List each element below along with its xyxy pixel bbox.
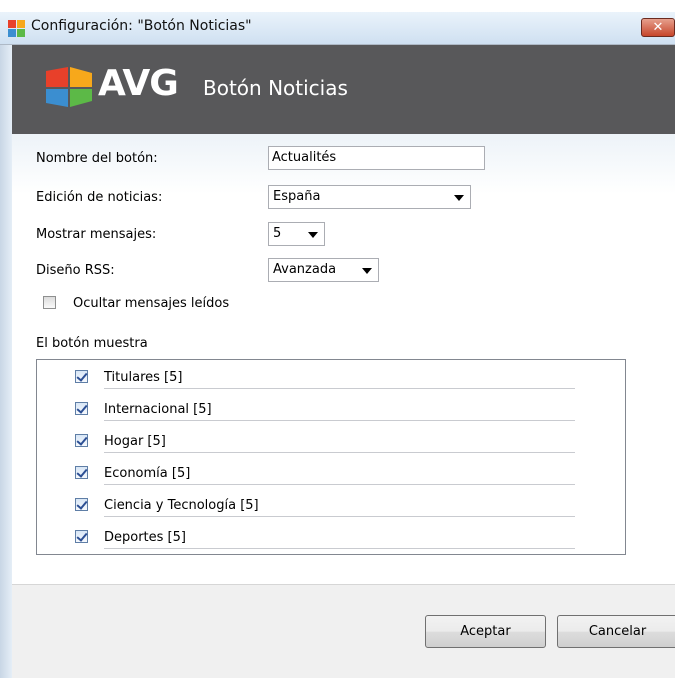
rss-design-label: Diseño RSS: — [36, 263, 115, 278]
edition-dropdown[interactable]: España — [268, 185, 471, 209]
chevron-down-icon — [454, 195, 464, 201]
window-title: Configuración: "Botón Noticias" — [31, 18, 252, 34]
show-messages-label: Mostrar mensajes: — [36, 227, 157, 242]
list-item[interactable]: Ciencia y Tecnología [5] — [37, 490, 625, 522]
close-button[interactable]: ✕ — [641, 18, 675, 37]
avg-logo-text: AVG — [98, 63, 179, 104]
avg-app-icon — [8, 20, 25, 37]
list-item[interactable]: Internacional [5] — [37, 394, 625, 426]
button-name-value: Actualités — [272, 150, 337, 165]
topics-list[interactable]: Titulares [5] Internacional [5] Hogar [5… — [36, 359, 626, 555]
list-item[interactable]: Hogar [5] — [37, 426, 625, 458]
list-item[interactable]: Deportes [5] — [37, 522, 625, 554]
edition-label: Edición de noticias: — [36, 190, 163, 205]
show-messages-value: 5 — [273, 226, 282, 241]
topic-checkbox[interactable] — [75, 402, 88, 415]
button-name-label: Nombre del botón: — [36, 151, 158, 166]
row-divider — [104, 420, 575, 421]
row-divider — [104, 388, 575, 389]
list-item[interactable]: Economía [5] — [37, 458, 625, 490]
button-name-input[interactable]: Actualités — [268, 146, 485, 170]
topic-label: Hogar [5] — [104, 434, 166, 449]
header-banner: AVG Botón Noticias — [12, 45, 675, 134]
avg-logo-icon — [46, 67, 92, 107]
topic-label: Economía [5] — [104, 466, 191, 481]
accept-button[interactable]: Aceptar — [425, 615, 546, 648]
topic-label: Titulares [5] — [104, 370, 183, 385]
topic-checkbox[interactable] — [75, 434, 88, 447]
row-divider — [104, 548, 575, 549]
title-bar[interactable]: Configuración: "Botón Noticias" ✕ — [0, 12, 675, 45]
topic-checkbox[interactable] — [75, 370, 88, 383]
dialog-footer: Aceptar Cancelar — [12, 584, 675, 678]
window-frame — [0, 12, 12, 678]
list-item[interactable]: Titulares [5] — [37, 362, 625, 394]
row-divider — [104, 484, 575, 485]
topic-checkbox[interactable] — [75, 498, 88, 511]
edition-value: España — [273, 189, 321, 204]
cancel-button[interactable]: Cancelar — [557, 615, 675, 648]
topic-checkbox[interactable] — [75, 530, 88, 543]
chevron-down-icon — [308, 232, 318, 238]
hide-read-checkbox[interactable] — [43, 296, 56, 309]
show-messages-dropdown[interactable]: 5 — [268, 222, 325, 246]
hide-read-label[interactable]: Ocultar mensajes leídos — [73, 296, 229, 311]
button-shows-label: El botón muestra — [36, 336, 148, 351]
settings-dialog: Configuración: "Botón Noticias" ✕ AVG Bo… — [0, 0, 675, 678]
topic-checkbox[interactable] — [75, 466, 88, 479]
rss-design-value: Avanzada — [273, 262, 337, 277]
topic-label: Ciencia y Tecnología [5] — [104, 498, 259, 513]
topic-label: Internacional [5] — [104, 402, 212, 417]
close-icon: ✕ — [652, 20, 664, 35]
chevron-down-icon — [362, 268, 372, 274]
row-divider — [104, 516, 575, 517]
topic-label: Deportes [5] — [104, 530, 186, 545]
banner-title: Botón Noticias — [203, 76, 348, 100]
rss-design-dropdown[interactable]: Avanzada — [268, 258, 379, 282]
row-divider — [104, 452, 575, 453]
